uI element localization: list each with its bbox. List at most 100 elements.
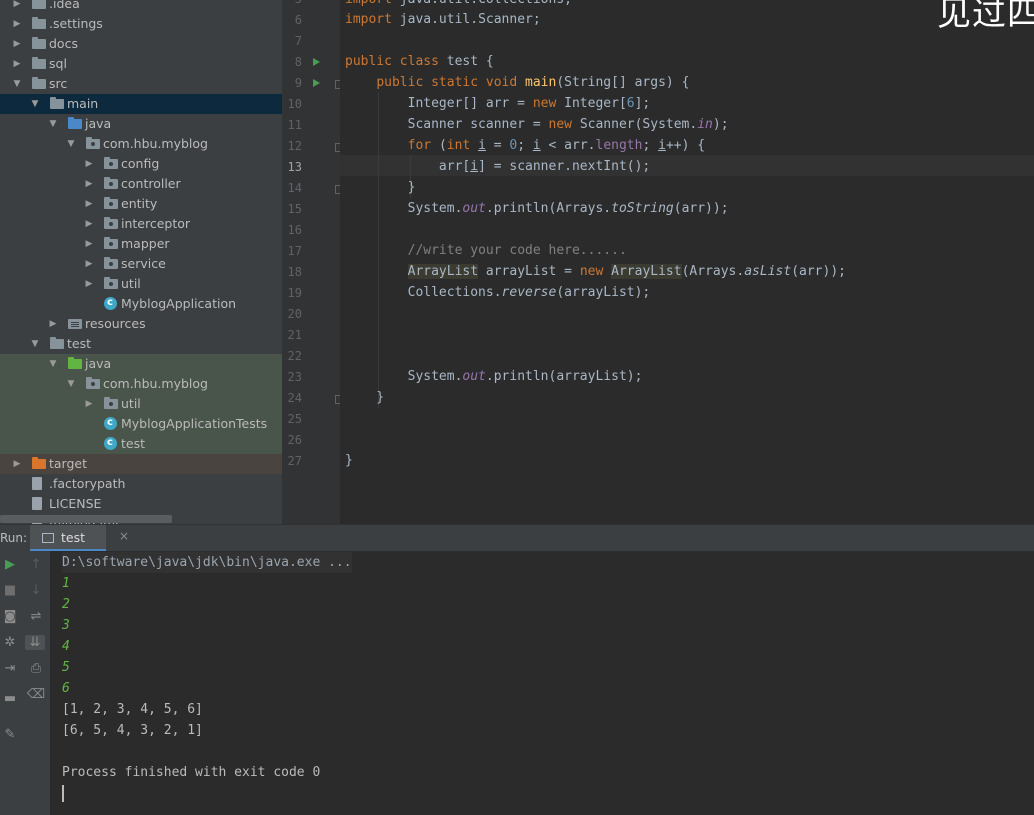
login-icon[interactable]: ⇥ — [0, 661, 20, 676]
code-line-13: arr[i] = scanner.nextInt(); — [345, 159, 651, 174]
line-number: 11 — [287, 118, 302, 132]
chevron-right-icon[interactable]: ▶ — [84, 154, 94, 174]
arrow-up-icon[interactable]: ↑ — [26, 557, 46, 572]
scroll-to-end-icon[interactable]: ⇊ — [25, 635, 45, 650]
close-icon[interactable]: × — [119, 529, 129, 543]
pin-icon[interactable]: ✎ — [0, 727, 20, 742]
tree-item-test[interactable]: test — [0, 433, 282, 454]
code-editor[interactable]: import java.util.Collections; import jav… — [340, 0, 1034, 524]
arrow-down-icon[interactable]: ↓ — [26, 583, 46, 598]
tree-item-service[interactable]: ▶ service — [0, 254, 282, 274]
tree-item-label: entity — [121, 196, 158, 211]
tree-item-label: .factorypath — [49, 476, 126, 491]
chevron-down-icon[interactable]: ▼ — [66, 134, 76, 154]
tree-item-license[interactable]: LICENSE — [0, 494, 282, 514]
chevron-down-icon[interactable]: ▼ — [66, 374, 76, 394]
chevron-right-icon[interactable]: ▶ — [84, 174, 94, 194]
chevron-down-icon[interactable]: ▼ — [48, 354, 58, 374]
tree-item-label: java — [85, 116, 112, 131]
run-gutter-icon[interactable] — [313, 58, 320, 66]
chevron-down-icon[interactable]: ▼ — [48, 114, 58, 134]
rerun-icon[interactable]: ▶ — [0, 557, 20, 572]
run-gutter-icon[interactable] — [313, 79, 320, 87]
tree-item-myblogapplicationtests[interactable]: MyblogApplicationTests — [0, 413, 282, 434]
project-tree[interactable]: ▶ .idea ▶ .settings ▶ docs ▶ sql ▼ src ▼ main ▼ java ▼… — [0, 0, 282, 524]
run-tab-label: test — [61, 530, 86, 545]
folder-orange-icon — [32, 457, 46, 469]
console-output[interactable]: D:\software\java\jdk\bin\java.exe ... 1 … — [50, 551, 1034, 815]
tree-item-settings[interactable]: ▶ .settings — [0, 14, 282, 34]
tree-item-resources[interactable]: ▶ resources — [0, 314, 282, 334]
tree-item-mapper[interactable]: ▶ mapper — [0, 234, 282, 254]
package-icon — [104, 257, 118, 269]
text-caret — [62, 785, 64, 802]
tree-item-label: config — [121, 156, 160, 171]
tree-item-idea[interactable]: ▶ .idea — [0, 0, 282, 14]
chevron-right-icon[interactable]: ▶ — [84, 194, 94, 214]
chevron-right-icon[interactable]: ▶ — [84, 274, 94, 294]
settings-icon[interactable]: ✲ — [0, 635, 20, 650]
code-line-24: } — [345, 390, 385, 405]
run-tab-test[interactable]: test × — [30, 525, 129, 552]
camera-icon[interactable]: ◙ — [0, 609, 20, 624]
tree-item-java[interactable]: ▼ java — [0, 114, 282, 134]
console-command-line: D:\software\java\jdk\bin\java.exe ... — [62, 552, 352, 573]
chevron-right-icon[interactable]: ▶ — [12, 454, 22, 474]
tree-item-test[interactable]: ▼ test — [0, 334, 282, 354]
tree-item-sql[interactable]: ▶ sql — [0, 54, 282, 74]
chevron-down-icon[interactable]: ▼ — [30, 334, 40, 354]
line-number: 19 — [287, 286, 302, 300]
chevron-right-icon[interactable]: ▶ — [12, 0, 22, 14]
tree-item-java[interactable]: ▼ java — [0, 354, 282, 374]
tree-item-myblogapplication[interactable]: MyblogApplication — [0, 293, 282, 314]
tree-item-util[interactable]: ▶ util — [0, 274, 282, 294]
trash-icon[interactable]: ⌫ — [26, 687, 46, 702]
stop-icon[interactable]: ■ — [0, 583, 20, 598]
chevron-right-icon[interactable]: ▶ — [84, 254, 94, 274]
package-icon — [86, 377, 100, 389]
spring-class-icon — [104, 293, 117, 313]
tree-item-com-hbu-myblog[interactable]: ▼ com.hbu.myblog — [0, 374, 282, 394]
editor-gutter[interactable]: 5 6 7 8 9 10 11 12 13 14 15 16 17 18 19 20 21 22 23 24 25 26 2… — [282, 0, 344, 524]
overlay-caption: 见过四 — [937, 0, 1034, 34]
chevron-right-icon[interactable]: ▶ — [84, 394, 94, 414]
tree-item-label: mapper — [121, 236, 170, 251]
line-number: 15 — [287, 202, 302, 216]
folder-green-icon — [68, 357, 82, 369]
tree-item-label: test — [121, 436, 146, 451]
folder-icon — [32, 57, 46, 69]
soft-wrap-icon[interactable]: ⇌ — [26, 609, 46, 624]
tree-item-main[interactable]: ▼ main — [0, 94, 282, 114]
chevron-right-icon[interactable]: ▶ — [48, 314, 58, 334]
tree-item-target[interactable]: ▶ target — [0, 454, 282, 474]
chevron-right-icon[interactable]: ▶ — [84, 234, 94, 254]
tree-item-com-hbu-myblog[interactable]: ▼ com.hbu.myblog — [0, 134, 282, 154]
tree-item-src[interactable]: ▼ src — [0, 74, 282, 94]
code-line-11: Scanner scanner = new Scanner(System.in)… — [345, 117, 729, 132]
tree-item-controller[interactable]: ▶ controller — [0, 174, 282, 194]
run-label: Run: — [0, 531, 28, 545]
print-icon[interactable]: ⎙ — [26, 661, 46, 676]
tree-item-util[interactable]: ▶ util — [0, 394, 282, 414]
chevron-right-icon[interactable]: ▶ — [12, 34, 22, 54]
chevron-right-icon[interactable]: ▶ — [12, 14, 22, 34]
run-toolbar-right: ↑ ↓ ⇌ ⇊ ⎙ ⌫ — [22, 551, 51, 815]
tree-item-interceptor[interactable]: ▶ interceptor — [0, 214, 282, 234]
tree-item-label: java — [85, 356, 112, 371]
console-input-line: 2 — [62, 597, 70, 612]
tree-item-config[interactable]: ▶ config — [0, 154, 282, 174]
tree-item-entity[interactable]: ▶ entity — [0, 194, 282, 214]
chevron-right-icon[interactable]: ▶ — [84, 214, 94, 234]
layout-icon[interactable]: ▬ — [0, 691, 20, 706]
line-number: 14 — [287, 181, 302, 195]
chevron-down-icon[interactable]: ▼ — [12, 74, 22, 94]
tree-item-label: resources — [85, 316, 146, 331]
tree-horizontal-scrollbar[interactable] — [0, 515, 172, 523]
tree-item-label: MyblogApplication — [121, 296, 237, 311]
tree-item-label: util — [121, 396, 141, 411]
chevron-down-icon[interactable]: ▼ — [30, 94, 40, 114]
tree-item-docs[interactable]: ▶ docs — [0, 34, 282, 54]
tree-item-factorypath[interactable]: .factorypath — [0, 474, 282, 494]
chevron-right-icon[interactable]: ▶ — [12, 54, 22, 74]
class-icon — [104, 433, 117, 453]
